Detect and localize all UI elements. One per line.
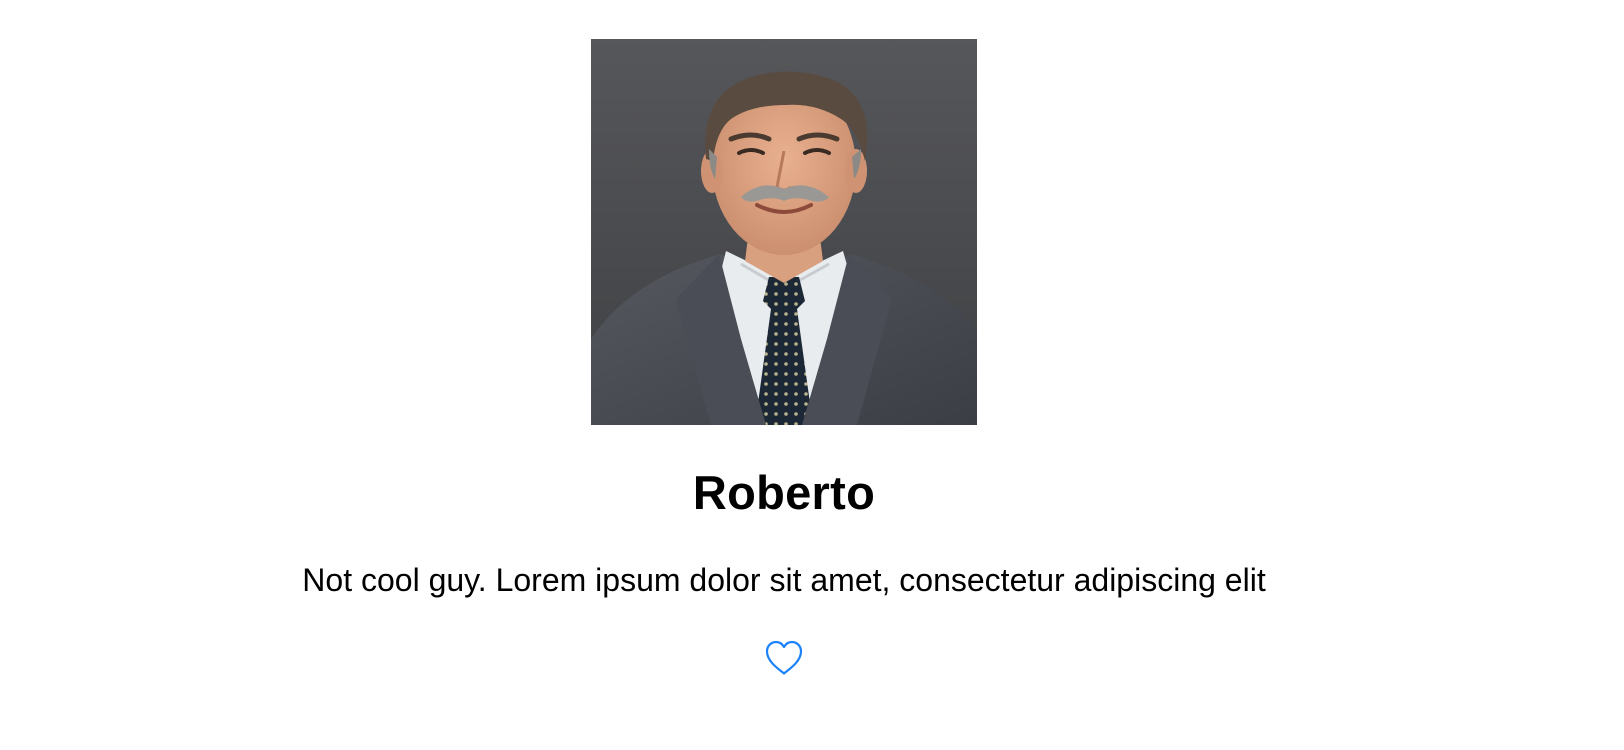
profile-screen: Roberto Not cool guy. Lorem ipsum dolor …: [0, 0, 1624, 750]
profile-photo: [591, 39, 977, 425]
heart-outline-icon: [765, 640, 803, 675]
profile-bio: Not cool guy. Lorem ipsum dolor sit amet…: [302, 562, 1266, 598]
profile-name: Roberto: [692, 466, 876, 519]
like-button[interactable]: [764, 639, 804, 677]
